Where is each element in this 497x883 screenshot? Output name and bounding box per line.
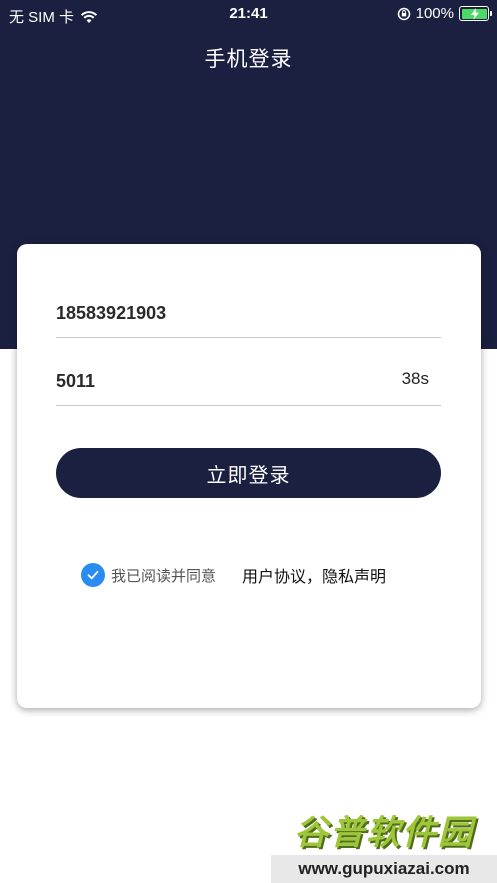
watermark: 谷普软件园 www.gupuxiazai.com bbox=[271, 803, 497, 883]
agree-text: 我已阅读并同意 bbox=[111, 567, 217, 585]
login-card: 38s 立即登录 我已阅读并同意 用户协议，隐私声明 bbox=[17, 244, 481, 708]
charging-bolt-icon bbox=[470, 7, 479, 20]
agreement-links[interactable]: 用户协议，隐私声明 bbox=[242, 563, 386, 587]
status-bar: 无 SIM 卡 21:41 100% bbox=[0, 0, 497, 30]
phone-field bbox=[56, 290, 441, 338]
watermark-url: www.gupuxiazai.com bbox=[271, 855, 497, 883]
agreement-row: 我已阅读并同意 用户协议，隐私声明 bbox=[81, 562, 386, 588]
checkmark-icon bbox=[87, 570, 99, 580]
status-right-group: 100% bbox=[397, 5, 492, 22]
watermark-logo: 谷普软件园 bbox=[294, 813, 474, 852]
battery-percent: 100% bbox=[415, 5, 454, 22]
verification-code-input[interactable] bbox=[56, 366, 356, 396]
page-title: 手机登录 bbox=[204, 48, 293, 71]
orientation-lock-icon bbox=[397, 7, 410, 20]
battery-icon bbox=[459, 6, 492, 21]
phone-input[interactable] bbox=[56, 298, 356, 328]
login-button[interactable]: 立即登录 bbox=[56, 448, 441, 498]
code-field: 38s bbox=[56, 358, 441, 406]
resend-countdown: 38s bbox=[401, 369, 429, 388]
agree-checkbox[interactable] bbox=[81, 563, 105, 587]
